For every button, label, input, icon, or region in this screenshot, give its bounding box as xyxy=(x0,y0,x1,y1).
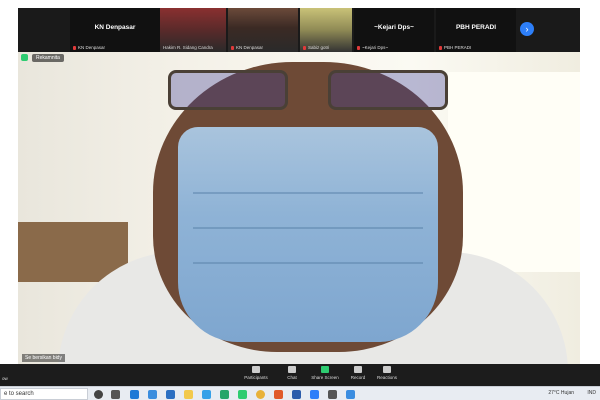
share-screen-icon xyxy=(321,366,329,373)
cortana-icon[interactable] xyxy=(94,390,103,399)
powerpoint-icon[interactable] xyxy=(274,390,283,399)
control-left-label: ow xyxy=(2,376,8,381)
mic-muted-icon xyxy=(357,45,360,50)
participant-caption: Sabiz gotri xyxy=(303,45,329,50)
zoom-icon[interactable] xyxy=(310,390,319,399)
whatsapp-icon[interactable] xyxy=(238,390,247,399)
app-icon[interactable] xyxy=(202,390,211,399)
meeting-control-bar: ow Participants Chat Share Screen Record… xyxy=(0,364,600,386)
participant-caption: PBH PERADI xyxy=(439,45,471,50)
edge-icon[interactable] xyxy=(130,390,139,399)
mic-muted-icon xyxy=(73,45,76,50)
chat-icon xyxy=(288,366,296,373)
speaker-name-label: Se bersikan bidy xyxy=(22,354,65,362)
mic-muted-icon xyxy=(231,45,234,50)
participant-caption: ~Kejari Dps~ xyxy=(357,45,388,50)
participant-name: PBH PERADI xyxy=(455,24,497,31)
store-icon[interactable] xyxy=(148,390,157,399)
weather-status[interactable]: 27°C Hujan xyxy=(548,390,574,396)
word-icon[interactable] xyxy=(292,390,301,399)
participant-tile[interactable]: Sabiz gotri xyxy=(300,8,352,52)
glasses-lens xyxy=(328,70,448,110)
participant-caption: KN Denpasar xyxy=(73,45,105,50)
view-label: Rekamnita xyxy=(32,54,64,62)
participant-tile[interactable]: KN Denpasar KN Denpasar xyxy=(70,8,160,52)
participant-name: ~Kejari Dps~ xyxy=(374,24,414,31)
participant-caption: Hakim R. Sidang Candra xyxy=(163,45,213,50)
mask-pleat xyxy=(193,227,423,229)
excel-icon[interactable] xyxy=(220,390,229,399)
app-icon[interactable] xyxy=(346,390,355,399)
glasses-lens xyxy=(168,70,288,110)
mask-pleat xyxy=(193,192,423,194)
participant-name: KN Denpasar xyxy=(94,24,136,31)
mic-muted-icon xyxy=(303,45,306,50)
participant-tile[interactable]: PBH PERADI PBH PERADI xyxy=(436,8,516,52)
reactions-button[interactable]: Reactions xyxy=(367,366,407,380)
security-shield-icon[interactable] xyxy=(21,54,28,61)
participant-tile[interactable]: KN Denpasar xyxy=(228,8,298,52)
speaker-glasses xyxy=(168,66,458,116)
participants-icon xyxy=(252,366,260,373)
participant-tile[interactable]: ~Kejari Dps~ ~Kejari Dps~ xyxy=(354,8,434,52)
mail-icon[interactable] xyxy=(166,390,175,399)
zoom-meeting-screen: KN Denpasar KN Denpasar Hakim R. Sidang … xyxy=(0,0,600,400)
participant-tile[interactable]: Hakim R. Sidang Candra xyxy=(160,8,226,52)
active-speaker-video: Rekamnita Se bersikan bidy xyxy=(18,52,580,364)
language-indicator[interactable]: IND xyxy=(587,390,596,396)
reactions-icon xyxy=(383,366,391,373)
taskbar-search-box[interactable]: e to search xyxy=(0,388,88,400)
mic-muted-icon xyxy=(439,45,442,50)
speaker-mask xyxy=(178,127,438,342)
app-icon[interactable] xyxy=(328,390,337,399)
mask-pleat xyxy=(193,262,423,264)
record-icon xyxy=(354,366,362,373)
participants-button[interactable]: Participants xyxy=(236,366,276,380)
file-explorer-icon[interactable] xyxy=(184,390,193,399)
video-background-window xyxy=(448,72,580,272)
task-view-icon[interactable] xyxy=(111,390,120,399)
chrome-icon[interactable] xyxy=(256,390,265,399)
participant-strip: KN Denpasar KN Denpasar Hakim R. Sidang … xyxy=(18,8,580,52)
participant-caption: KN Denpasar xyxy=(231,45,263,50)
windows-taskbar: e to search 27°C Hujan IND xyxy=(0,386,600,400)
search-placeholder: e to search xyxy=(4,391,34,397)
chevron-right-icon[interactable]: › xyxy=(520,22,534,36)
